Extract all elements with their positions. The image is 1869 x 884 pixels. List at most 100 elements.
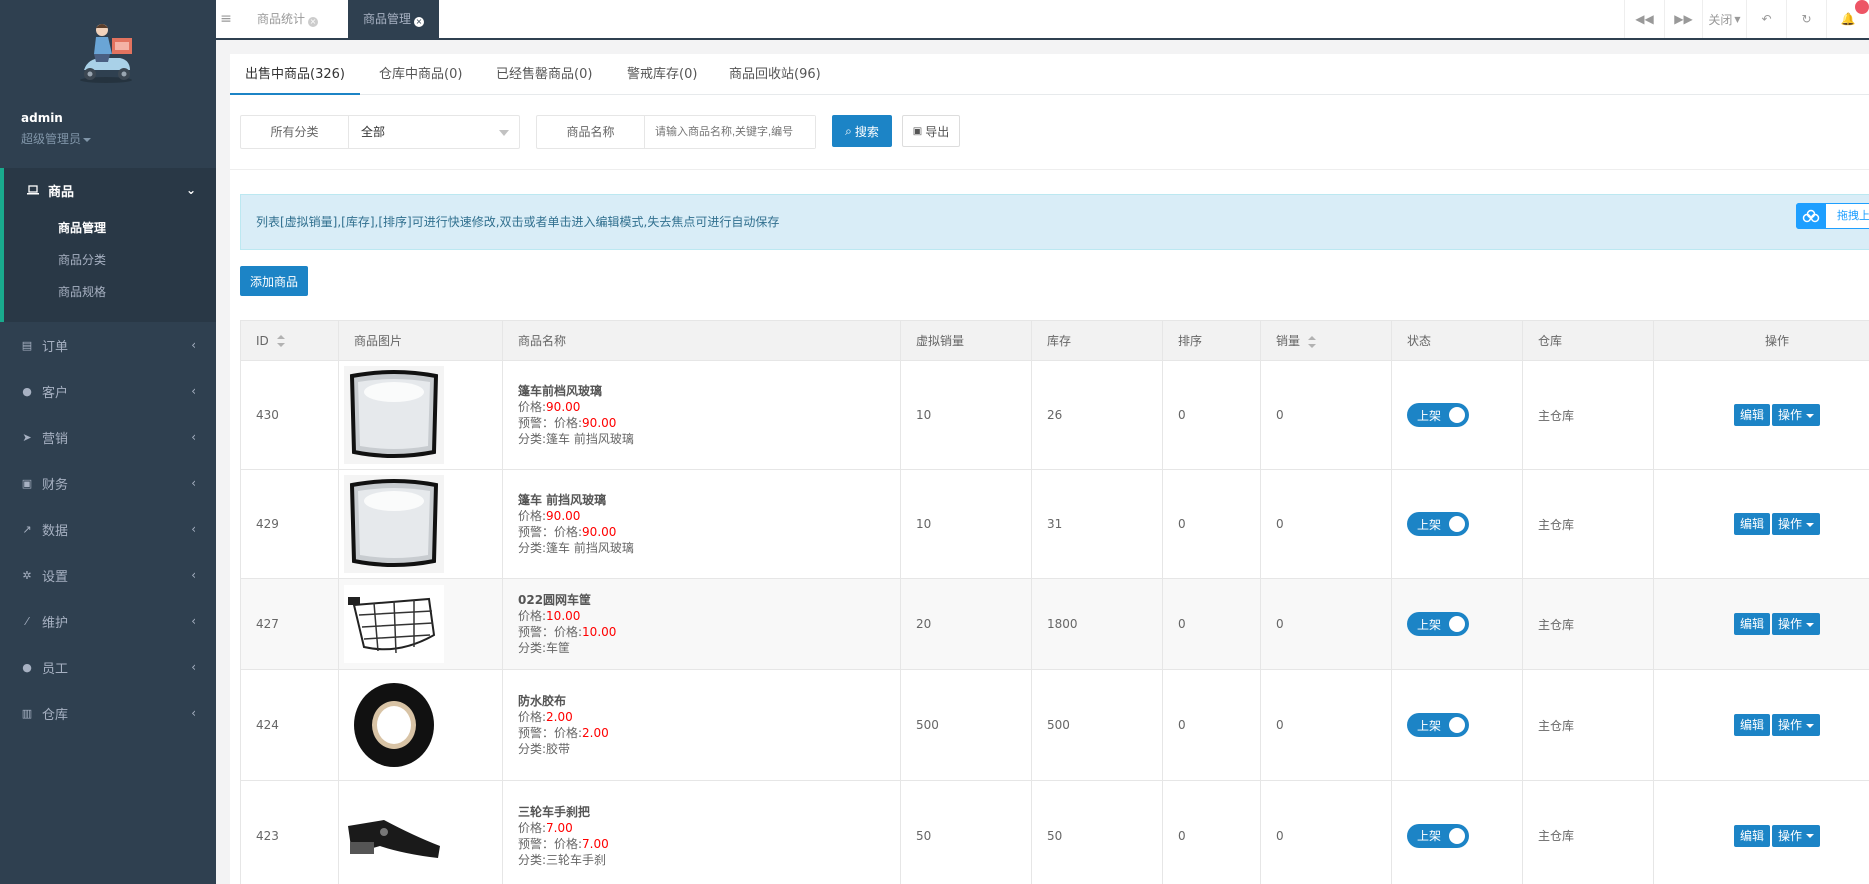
actions-dropdown-button[interactable]: 操作 bbox=[1772, 613, 1821, 635]
page-tab-product-management[interactable]: 商品管理 × bbox=[348, 0, 440, 38]
scroll-left-icon[interactable]: ◀◀ bbox=[1624, 0, 1664, 38]
cell-virtual-sales[interactable]: 20 bbox=[900, 578, 1032, 670]
cell-stock[interactable]: 500 bbox=[1031, 669, 1163, 781]
sidebar-item-marketing[interactable]: ➤ 营销 ‹ bbox=[0, 414, 216, 460]
status-toggle[interactable]: 上架 bbox=[1407, 512, 1469, 536]
sidebar-item-orders[interactable]: ▤ 订单 ‹ bbox=[0, 322, 216, 368]
cell-sort[interactable]: 0 bbox=[1162, 669, 1261, 781]
page-tab-product-stats[interactable]: 商品统计 × bbox=[242, 0, 333, 38]
cell-sort[interactable]: 0 bbox=[1162, 360, 1261, 470]
export-button[interactable]: ▣ 导出 bbox=[902, 115, 960, 147]
cell-virtual-sales[interactable]: 500 bbox=[900, 669, 1032, 781]
cell-stock[interactable]: 26 bbox=[1031, 360, 1163, 470]
column-header-label: 虚拟销量 bbox=[916, 334, 965, 348]
cell-name: 篷车 前挡风玻璃 价格:90.00 预警：价格:90.00 分类:篷车 前挡风玻璃 bbox=[502, 469, 901, 579]
status-toggle[interactable]: 上架 bbox=[1407, 403, 1469, 427]
product-name[interactable]: 篷车 前挡风玻璃 bbox=[518, 492, 900, 508]
column-header-id[interactable]: ID bbox=[240, 320, 339, 361]
sort-icon[interactable] bbox=[276, 335, 285, 347]
sidebar-subitem-product-spec[interactable]: 商品规格 bbox=[4, 276, 216, 308]
sidebar-subitem-product-category[interactable]: 商品分类 bbox=[4, 244, 216, 276]
product-thumbnail[interactable] bbox=[344, 366, 444, 464]
close-tabs-dropdown[interactable]: 关闭 ▼ bbox=[1702, 0, 1746, 38]
product-price-line: 价格:90.00 bbox=[518, 399, 900, 415]
category-select[interactable]: 全部 bbox=[349, 116, 519, 148]
edit-button[interactable]: 编辑 bbox=[1733, 513, 1770, 535]
money-icon: ▣ bbox=[21, 476, 33, 490]
scroll-right-icon[interactable]: ▶▶ bbox=[1664, 0, 1702, 38]
cell-stock[interactable]: 1800 bbox=[1031, 578, 1163, 670]
sidebar-item-staff[interactable]: ● 员工 ‹ bbox=[0, 644, 216, 690]
user-role-dropdown[interactable]: 超级管理员 bbox=[21, 130, 92, 147]
avatar[interactable] bbox=[72, 20, 140, 84]
sidebar-item-products[interactable]: 商品 ⌄ bbox=[4, 168, 216, 212]
cell-actions: 编辑 操作 bbox=[1653, 780, 1869, 884]
cell-status: 上架 bbox=[1391, 360, 1523, 470]
edit-button[interactable]: 编辑 bbox=[1733, 824, 1770, 847]
product-name[interactable]: 022圆网车筐 bbox=[518, 592, 900, 608]
undo-icon[interactable]: ↶ bbox=[1746, 0, 1786, 38]
cell-stock[interactable]: 31 bbox=[1031, 469, 1163, 579]
sidebar-item-finance[interactable]: ▣ 财务 ‹ bbox=[0, 460, 216, 506]
product-thumbnail[interactable] bbox=[344, 585, 444, 663]
drag-upload-button[interactable]: 拖拽上传 bbox=[1796, 203, 1869, 229]
sidebar-item-data[interactable]: ↗ 数据 ‹ bbox=[0, 506, 216, 552]
cell-stock[interactable]: 50 bbox=[1031, 780, 1163, 884]
sidebar-item-warehouse[interactable]: ▥ 仓库 ‹ bbox=[0, 690, 216, 736]
sidebar-item-maintenance[interactable]: ⁄ 维护 ‹ bbox=[0, 598, 216, 644]
close-icon[interactable]: × bbox=[308, 17, 319, 27]
tab-on-sale[interactable]: 出售中商品(326) bbox=[230, 54, 360, 95]
bell-icon[interactable]: 🔔 bbox=[1826, 0, 1869, 38]
tab-recycle-bin[interactable]: 商品回收站(96) bbox=[729, 54, 821, 95]
user-name: admin bbox=[21, 111, 63, 125]
refresh-icon[interactable]: ↻ bbox=[1786, 0, 1826, 38]
status-toggle[interactable]: 上架 bbox=[1407, 713, 1469, 737]
product-thumbnail[interactable] bbox=[344, 805, 444, 866]
sidebar-item-settings[interactable]: ✲ 设置 ‹ bbox=[0, 552, 216, 598]
search-icon: ⌕ bbox=[845, 123, 852, 138]
product-table-body: 430 篷车前档风玻璃 价格:90.00 预警：价格:90.00 分类:篷车 前挡风玻璃… bbox=[240, 360, 1869, 884]
actions-dropdown-button[interactable]: 操作 bbox=[1772, 824, 1821, 847]
edit-button[interactable]: 编辑 bbox=[1733, 714, 1770, 736]
sidebar-subitem-product-management[interactable]: 商品管理 bbox=[4, 212, 216, 244]
add-product-button[interactable]: 添加商品 bbox=[240, 266, 308, 296]
category-label: 分类: bbox=[518, 432, 547, 446]
hamburger-icon[interactable]: ≡ bbox=[216, 0, 236, 38]
actions-dropdown-button[interactable]: 操作 bbox=[1772, 404, 1821, 426]
product-thumbnail[interactable] bbox=[344, 675, 444, 775]
search-button[interactable]: ⌕ 搜索 bbox=[832, 115, 892, 147]
cell-status: 上架 bbox=[1391, 669, 1523, 781]
edit-button[interactable]: 编辑 bbox=[1733, 404, 1770, 426]
tab-in-warehouse[interactable]: 仓库中商品(0) bbox=[379, 54, 462, 95]
table-header-row: ID 商品图片 商品名称 虚拟销量 库存 排序 销量 状态 仓库 操作 bbox=[240, 320, 1869, 361]
status-toggle[interactable]: 上架 bbox=[1407, 823, 1469, 848]
product-name[interactable]: 篷车前档风玻璃 bbox=[518, 383, 900, 399]
cell-virtual-sales[interactable]: 10 bbox=[900, 360, 1032, 470]
cell-virtual-sales[interactable]: 50 bbox=[900, 780, 1032, 884]
product-name[interactable]: 三轮车手刹把 bbox=[518, 804, 900, 820]
column-header-actions: 操作 bbox=[1653, 320, 1869, 361]
product-thumbnail[interactable] bbox=[344, 475, 444, 573]
tab-sold-out[interactable]: 已经售罄商品(0) bbox=[496, 54, 592, 95]
sort-icon[interactable] bbox=[1308, 335, 1317, 348]
status-toggle[interactable]: 上架 bbox=[1407, 612, 1469, 636]
product-name[interactable]: 防水胶布 bbox=[518, 693, 900, 709]
product-name-input[interactable] bbox=[645, 116, 815, 148]
actions-dropdown-button[interactable]: 操作 bbox=[1772, 714, 1821, 736]
sidebar-item-customers[interactable]: ● 客户 ‹ bbox=[0, 368, 216, 414]
column-header-stock: 库存 bbox=[1031, 320, 1163, 361]
cell-sort[interactable]: 0 bbox=[1162, 578, 1261, 670]
tab-alert-stock[interactable]: 警戒库存(0) bbox=[627, 54, 697, 95]
column-header-sales[interactable]: 销量 bbox=[1260, 320, 1392, 361]
cell-virtual-sales[interactable]: 10 bbox=[900, 469, 1032, 579]
column-header-label: 商品名称 bbox=[518, 334, 567, 348]
cell-sort[interactable]: 0 bbox=[1162, 469, 1261, 579]
status-tabs: 出售中商品(326) 仓库中商品(0) 已经售罄商品(0) 警戒库存(0) 商品… bbox=[230, 54, 1869, 95]
cell-status: 上架 bbox=[1391, 578, 1523, 670]
category-value: 胶带 bbox=[546, 742, 571, 756]
edit-button[interactable]: 编辑 bbox=[1733, 613, 1770, 635]
cell-sort[interactable]: 0 bbox=[1162, 780, 1261, 884]
table-row: 423 三轮车手刹把 价格:7.00 预警：价格:7.00 分类:三轮车手刹 50 50 0 0… bbox=[240, 780, 1869, 884]
actions-dropdown-button[interactable]: 操作 bbox=[1772, 513, 1821, 535]
close-icon[interactable]: × bbox=[414, 17, 425, 27]
